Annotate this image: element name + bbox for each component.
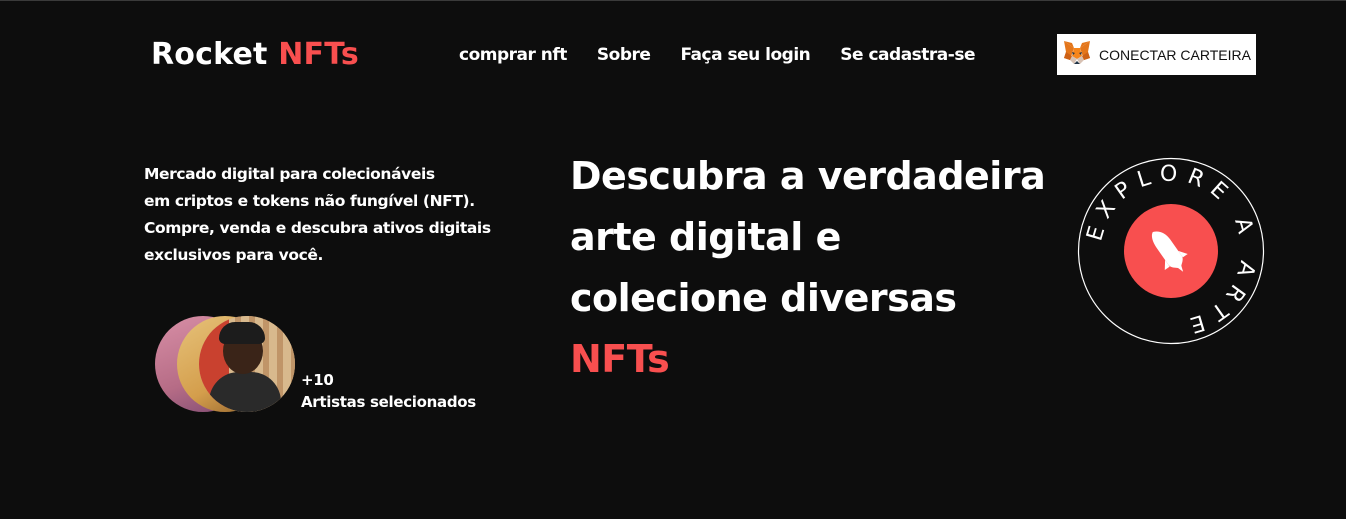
artist-avatar-3 — [199, 316, 295, 412]
connect-wallet-button[interactable]: CONECTAR CARTEIRA — [1057, 34, 1256, 75]
tagline-line-2: em criptos e tokens não fungível (NFT). — [144, 192, 475, 210]
connect-wallet-label: CONECTAR CARTEIRA — [1099, 46, 1251, 63]
selected-artists: +10 Artistas selecionados — [301, 369, 476, 413]
tagline-line-1: Mercado digital para colecionáveis — [144, 165, 435, 183]
logo-main-text: Rocket — [151, 37, 268, 72]
nav-login[interactable]: Faça seu login — [680, 45, 810, 65]
main-nav: comprar nft Sobre Faça seu login Se cada… — [459, 45, 975, 65]
hero-headline: Descubra a verdadeira arte digital e col… — [570, 146, 1046, 390]
explore-badge[interactable]: EXPLORE A ARTE — [1077, 157, 1265, 345]
logo-accent-text: NFTs — [278, 37, 359, 72]
hero-tagline: Mercado digital para colecionáveis em cr… — [144, 161, 544, 269]
nav-about[interactable]: Sobre — [597, 45, 651, 65]
artists-label: Artistas selecionados — [301, 393, 476, 411]
nav-buy-nft[interactable]: comprar nft — [459, 45, 567, 65]
headline-line-2: arte digital e — [570, 215, 841, 259]
tagline-line-3: Compre, venda e descubra ativos digitais — [144, 219, 491, 237]
artists-count: +10 — [301, 371, 334, 389]
headline-accent: NFTs — [570, 337, 670, 381]
nav-register[interactable]: Se cadastra-se — [840, 45, 975, 65]
metamask-fox-icon — [1063, 40, 1091, 69]
tagline-line-4: exclusivos para você. — [144, 246, 323, 264]
headline-line-3: colecione diversas — [570, 276, 957, 320]
site-logo[interactable]: Rocket NFTs — [151, 37, 359, 72]
artist-avatars — [155, 316, 305, 414]
headline-line-1: Descubra a verdadeira — [570, 154, 1046, 198]
